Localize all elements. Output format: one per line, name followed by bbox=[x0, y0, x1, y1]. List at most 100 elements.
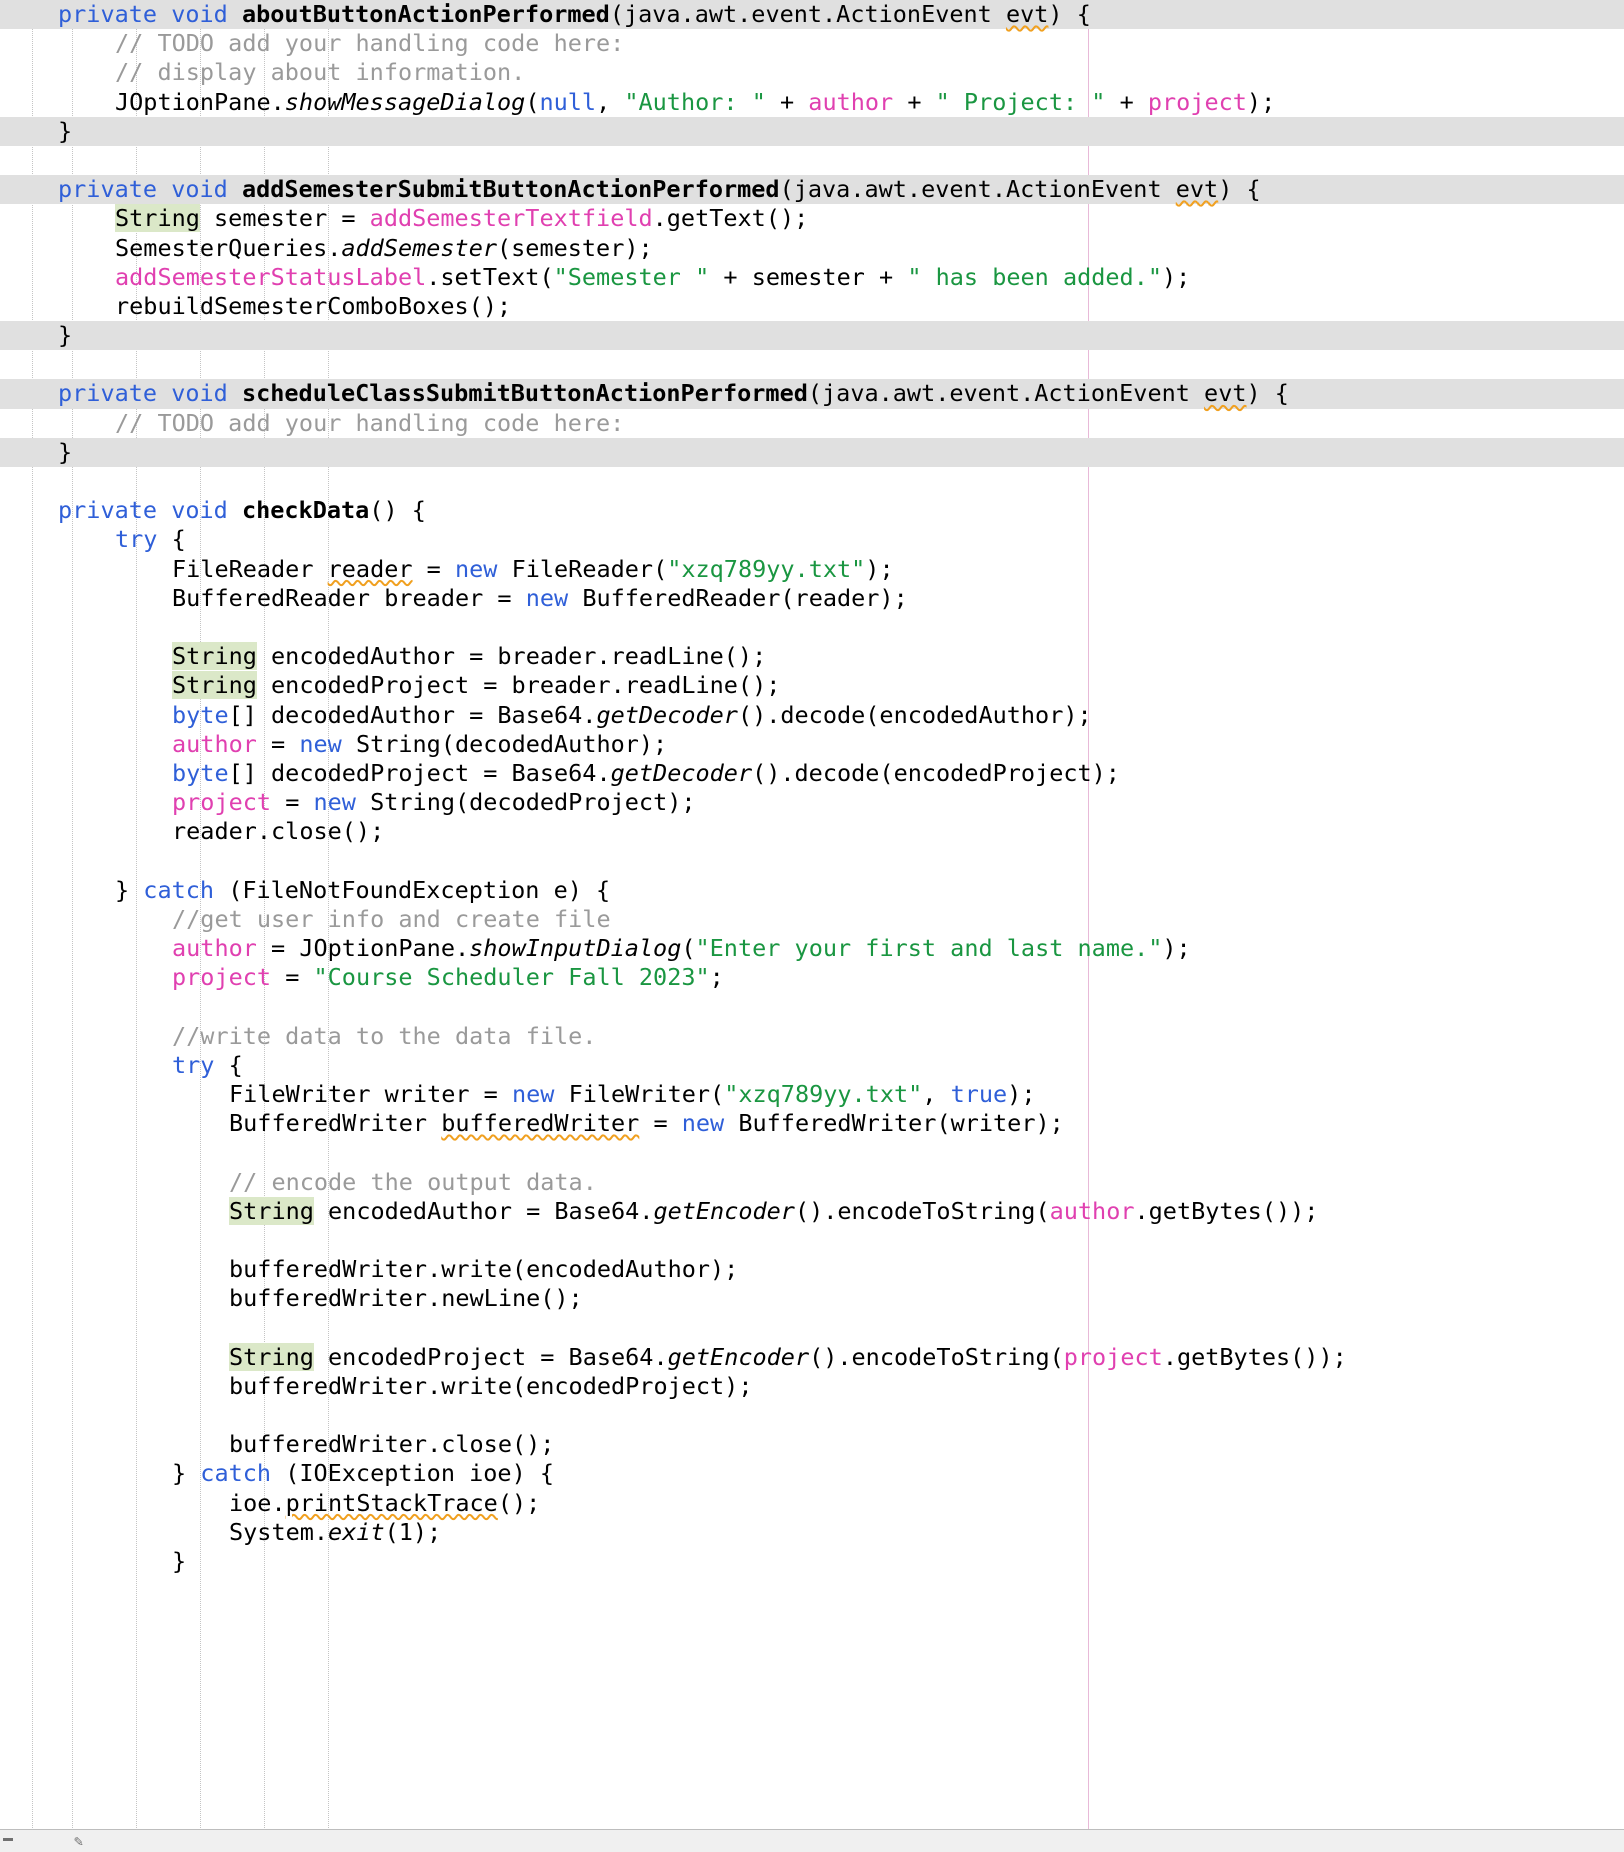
code-token-fld: project bbox=[172, 788, 272, 817]
code-line[interactable]: //get user info and create file bbox=[0, 905, 1624, 934]
code-token-str: "Enter your first and last name." bbox=[695, 934, 1163, 962]
code-line[interactable]: String encodedProject = Base64.getEncode… bbox=[0, 1342, 1624, 1372]
code-token-kw: void bbox=[171, 0, 228, 28]
code-line-content: } catch (IOException ioe) { bbox=[58, 1459, 554, 1487]
code-line[interactable]: BufferedWriter bufferedWriter = new Buff… bbox=[0, 1109, 1624, 1138]
code-token-plain: (java.awt.event.ActionEvent bbox=[807, 379, 1205, 408]
code-token-str: " Project: " bbox=[935, 87, 1106, 116]
code-token-plain: bufferedWriter.close(); bbox=[229, 1430, 555, 1459]
code-token-plain: (FileNotFoundException e) { bbox=[214, 875, 611, 904]
code-line[interactable]: // encode the output data. bbox=[0, 1168, 1624, 1197]
code-line[interactable]: byte[] decodedAuthor = Base64.getDecoder… bbox=[0, 701, 1624, 730]
code-line[interactable]: } catch (IOException ioe) { bbox=[0, 1459, 1624, 1488]
code-line[interactable]: bufferedWriter.write(encodedProject); bbox=[0, 1372, 1624, 1401]
code-line[interactable]: try { bbox=[0, 525, 1624, 554]
code-line[interactable]: reader.close(); bbox=[0, 817, 1624, 846]
code-token-warn: reader bbox=[327, 554, 413, 583]
code-token-plain: (semester); bbox=[497, 233, 653, 262]
code-line-content: //write data to the data file. bbox=[58, 1022, 596, 1050]
code-line[interactable]: BufferedReader breader = new BufferedRea… bbox=[0, 584, 1624, 613]
code-token-kw: try bbox=[115, 525, 158, 554]
code-line[interactable]: addSemesterStatusLabel.setText("Semester… bbox=[0, 263, 1624, 292]
code-line[interactable]: String encodedProject = breader.readLine… bbox=[0, 671, 1624, 700]
code-line[interactable] bbox=[0, 1401, 1624, 1430]
code-line[interactable] bbox=[0, 992, 1624, 1021]
code-line[interactable]: bufferedWriter.newLine(); bbox=[0, 1284, 1624, 1313]
code-line[interactable]: } bbox=[0, 437, 1624, 468]
code-token-kw: private bbox=[58, 496, 158, 525]
code-line-content: //get user info and create file bbox=[58, 905, 611, 933]
code-line-content: try { bbox=[58, 1051, 243, 1079]
code-line-content: JOptionPane.showMessageDialog(null, "Aut… bbox=[58, 88, 1275, 116]
code-line[interactable]: try { bbox=[0, 1051, 1624, 1080]
code-line[interactable]: System.exit(1); bbox=[0, 1518, 1624, 1547]
code-line[interactable]: String encodedAuthor = breader.readLine(… bbox=[0, 642, 1624, 671]
code-line[interactable]: // display about information. bbox=[0, 58, 1624, 87]
code-token-kw: true bbox=[950, 1079, 1008, 1108]
code-token-str: "Author: " bbox=[624, 87, 766, 116]
code-token-plain: .getBytes()); bbox=[1134, 1196, 1319, 1225]
code-line[interactable]: rebuildSemesterComboBoxes(); bbox=[0, 292, 1624, 321]
code-token-warn: printStackTrace bbox=[285, 1488, 498, 1517]
code-token-plain: String(decodedAuthor); bbox=[341, 729, 668, 758]
code-line[interactable]: //write data to the data file. bbox=[0, 1022, 1624, 1051]
code-line[interactable] bbox=[0, 350, 1624, 379]
code-token-plain: = JOptionPane. bbox=[256, 934, 470, 962]
code-token-plain: ioe. bbox=[229, 1488, 286, 1517]
code-line-content: SemesterQueries.addSemester(semester); bbox=[58, 234, 653, 262]
code-line[interactable]: bufferedWriter.write(encodedAuthor); bbox=[0, 1255, 1624, 1284]
code-line[interactable]: private void checkData() { bbox=[0, 496, 1624, 525]
code-token-plain: } bbox=[172, 1459, 201, 1488]
code-line[interactable]: author = JOptionPane.showInputDialog("En… bbox=[0, 934, 1624, 963]
code-line-content: byte[] decodedAuthor = Base64.getDecoder… bbox=[58, 701, 1092, 729]
code-line[interactable] bbox=[0, 1138, 1624, 1167]
code-line[interactable]: // TODO add your handling code here: bbox=[0, 409, 1624, 438]
code-line-content: private void addSemesterSubmitButtonActi… bbox=[58, 175, 1261, 203]
code-line[interactable]: project = new String(decodedProject); bbox=[0, 788, 1624, 817]
code-line[interactable] bbox=[0, 1226, 1624, 1255]
code-line[interactable]: project = "Course Scheduler Fall 2023"; bbox=[0, 963, 1624, 992]
code-token-occ: String bbox=[229, 1196, 314, 1225]
code-line[interactable] bbox=[0, 846, 1624, 875]
code-line[interactable]: String semester = addSemesterTextfield.g… bbox=[0, 204, 1624, 233]
code-line[interactable]: // TODO add your handling code here: bbox=[0, 29, 1624, 58]
code-token-plain: bufferedWriter.write(encodedAuthor); bbox=[229, 1255, 739, 1284]
code-line[interactable] bbox=[0, 1313, 1624, 1342]
code-line[interactable]: private void scheduleClassSubmitButtonAc… bbox=[0, 379, 1624, 409]
code-line-content: try { bbox=[58, 525, 186, 553]
code-line[interactable]: } bbox=[0, 116, 1624, 147]
code-line[interactable]: } bbox=[0, 1547, 1624, 1576]
code-line[interactable]: private void addSemesterSubmitButtonActi… bbox=[0, 175, 1624, 205]
code-line[interactable]: } bbox=[0, 321, 1624, 351]
code-line[interactable]: JOptionPane.showMessageDialog(null, "Aut… bbox=[0, 88, 1624, 117]
code-line[interactable] bbox=[0, 467, 1624, 496]
code-line[interactable]: ioe.printStackTrace(); bbox=[0, 1489, 1624, 1518]
status-bar[interactable]: ✎ bbox=[0, 1829, 1624, 1852]
code-line-content: bufferedWriter.close(); bbox=[58, 1430, 554, 1458]
code-line[interactable]: } catch (FileNotFoundException e) { bbox=[0, 876, 1624, 905]
pencil-icon[interactable]: ✎ bbox=[74, 1834, 90, 1849]
code-line[interactable] bbox=[0, 613, 1624, 642]
code-token-plain: ); bbox=[1007, 1079, 1036, 1108]
code-token-plain: } bbox=[58, 437, 73, 466]
code-line[interactable]: FileReader reader = new FileReader("xzq7… bbox=[0, 555, 1624, 584]
code-line[interactable]: String encodedAuthor = Base64.getEncoder… bbox=[0, 1196, 1624, 1226]
code-lines[interactable]: private void aboutButtonActionPerformed(… bbox=[0, 0, 1624, 1576]
code-token-fld: author bbox=[808, 87, 894, 116]
code-token-str: "Semester " bbox=[553, 262, 710, 291]
code-token-plain: } bbox=[115, 875, 144, 904]
code-line[interactable]: bufferedWriter.close(); bbox=[0, 1430, 1624, 1459]
code-line[interactable]: private void aboutButtonActionPerformed(… bbox=[0, 0, 1624, 30]
code-line-content: private void aboutButtonActionPerformed(… bbox=[58, 0, 1091, 28]
code-line[interactable]: byte[] decodedProject = Base64.getDecode… bbox=[0, 759, 1624, 788]
code-line[interactable]: author = new String(decodedAuthor); bbox=[0, 730, 1624, 759]
code-token-plain: ); bbox=[865, 554, 894, 583]
code-editor-view[interactable]: private void aboutButtonActionPerformed(… bbox=[0, 0, 1624, 1852]
code-token-plain: ; bbox=[709, 963, 724, 992]
code-token-kw: byte bbox=[172, 700, 229, 729]
code-line[interactable] bbox=[0, 146, 1624, 175]
code-line[interactable]: FileWriter writer = new FileWriter("xzq7… bbox=[0, 1080, 1624, 1109]
code-line[interactable]: SemesterQueries.addSemester(semester); bbox=[0, 234, 1624, 263]
code-token-plain: JOptionPane. bbox=[115, 87, 285, 116]
